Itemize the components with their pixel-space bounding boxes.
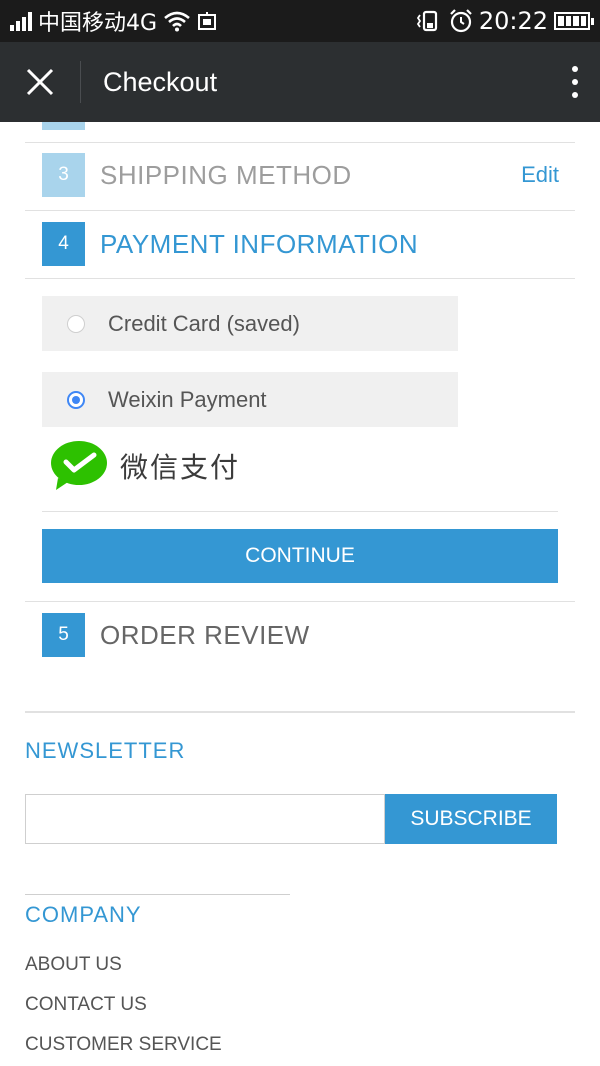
newsletter-title: NEWSLETTER	[25, 738, 186, 763]
step-number: 4	[42, 222, 85, 266]
app-bar-divider	[80, 61, 81, 103]
payment-option-credit-card[interactable]: Credit Card (saved)	[42, 296, 458, 351]
newsletter-email-input[interactable]	[25, 794, 385, 844]
wechat-pay-text: 微信支付	[120, 451, 241, 484]
radio-button[interactable]	[67, 314, 85, 333]
wechat-pay-icon	[51, 441, 107, 490]
contact-us-link[interactable]: CONTACT US	[25, 994, 147, 1016]
vibrate-icon	[416, 10, 437, 32]
company-title: COMPANY	[25, 902, 142, 927]
edit-shipping-link[interactable]: Edit	[521, 162, 559, 188]
alarm-icon	[450, 9, 472, 33]
step-number: 5	[42, 613, 85, 657]
payment-option-label: Weixin Payment	[108, 386, 267, 412]
app-bar: Checkout	[0, 42, 600, 122]
subscribe-button[interactable]: SUBSCRIBE	[385, 794, 557, 844]
company-divider	[25, 894, 290, 895]
step-shipping-method: 3 SHIPPING METHOD Edit	[42, 153, 559, 197]
carrier-label: 中国移动4G	[38, 11, 158, 36]
status-right: 20:22	[416, 7, 594, 35]
signal-icon	[10, 11, 32, 31]
step-payment-information: 4 PAYMENT INFORMATION	[42, 222, 559, 266]
payment-divider	[42, 511, 558, 512]
step-title: ORDER REVIEW	[100, 619, 310, 650]
sim-icon	[198, 12, 217, 30]
wechat-pay-logo: 微信支付	[50, 440, 240, 492]
step-title: SHIPPING METHOD	[100, 159, 352, 190]
step-order-review: 5 ORDER REVIEW	[42, 613, 559, 657]
step-title: PAYMENT INFORMATION	[100, 228, 419, 259]
step-divider	[25, 601, 575, 602]
payment-option-weixin[interactable]: Weixin Payment	[42, 372, 458, 427]
customer-service-link[interactable]: CUSTOMER SERVICE	[25, 1034, 222, 1056]
close-icon	[26, 68, 54, 96]
battery-icon	[554, 12, 594, 30]
step-divider	[25, 142, 575, 143]
close-button[interactable]	[0, 42, 80, 122]
step-divider	[25, 210, 575, 211]
radio-button-checked[interactable]	[67, 390, 85, 409]
footer-divider	[25, 711, 575, 713]
continue-button[interactable]: CONTINUE	[42, 529, 558, 583]
step-divider	[25, 278, 575, 279]
clock-time: 20:22	[478, 7, 548, 35]
about-us-link[interactable]: ABOUT US	[25, 954, 122, 976]
status-left: 中国移动4G	[10, 5, 217, 37]
step-number: 3	[42, 153, 85, 197]
more-vert-icon[interactable]	[550, 42, 600, 122]
page-title: Checkout	[103, 66, 218, 97]
newsletter-form: SUBSCRIBE	[25, 794, 557, 844]
step-number-partial	[42, 122, 85, 130]
wifi-icon	[164, 11, 190, 32]
status-bar: 中国移动4G 20:22	[0, 0, 600, 42]
payment-option-label: Credit Card (saved)	[108, 310, 300, 336]
